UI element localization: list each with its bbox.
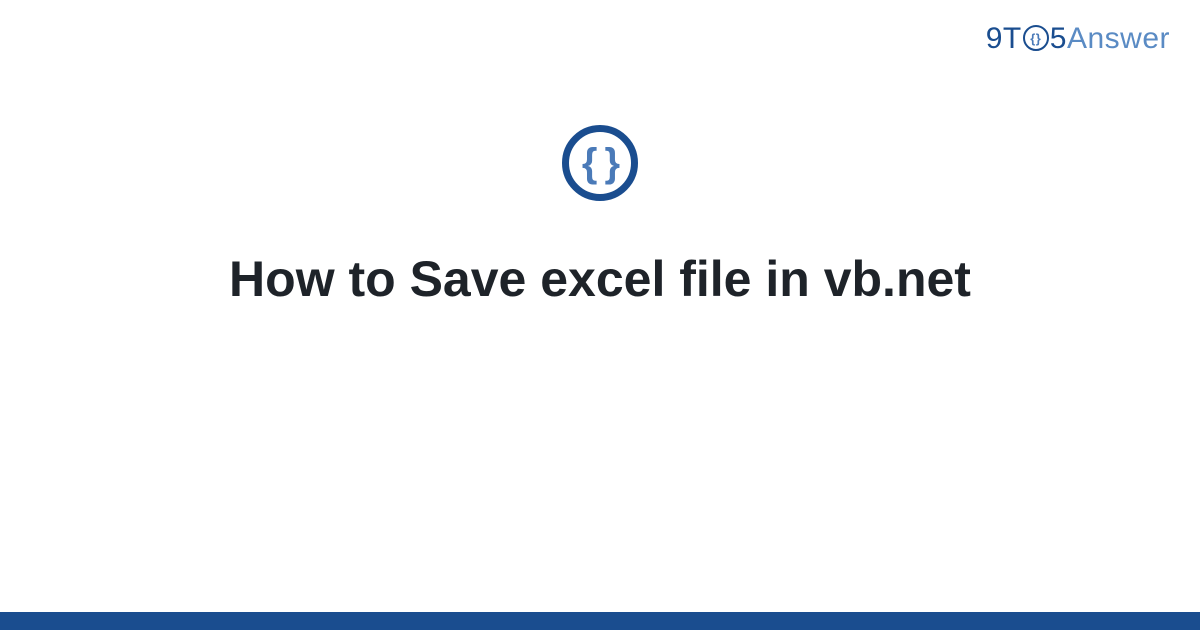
logo-braces-small: {}: [1030, 32, 1041, 45]
page-title: How to Save excel file in vb.net: [229, 249, 971, 309]
footer-bar: [0, 612, 1200, 630]
category-icon: { }: [562, 125, 638, 201]
logo-text-9t: 9T: [986, 22, 1022, 56]
site-logo: 9T {} 5Answer: [986, 22, 1170, 56]
logo-text-5: 5: [1050, 22, 1067, 56]
logo-text-answer: Answer: [1067, 22, 1170, 56]
main-content: { } How to Save excel file in vb.net: [0, 125, 1200, 309]
logo-circle-icon: {}: [1023, 25, 1049, 51]
braces-icon: { }: [582, 143, 618, 183]
